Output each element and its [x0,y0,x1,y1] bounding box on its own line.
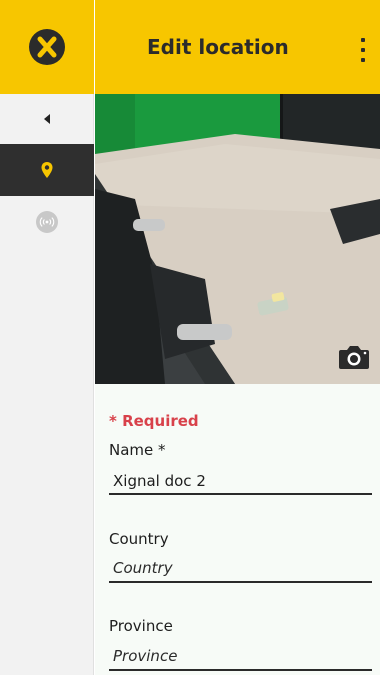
x-logo-icon [29,29,65,65]
location-photo [95,94,380,384]
sidebar [0,0,94,675]
camera-button[interactable] [338,344,370,370]
name-input[interactable]: Xignal doc 2 [113,472,206,490]
sidebar-item-signal[interactable] [0,196,94,248]
more-dot-icon [361,38,365,42]
province-underline [109,669,372,671]
name-label: Name * [109,441,166,459]
back-triangle-icon [44,114,50,124]
app-logo[interactable] [0,0,94,94]
back-button[interactable] [0,94,94,144]
camera-icon [339,346,369,369]
name-underline [109,493,372,495]
app-header: Edit location [95,0,380,94]
location-form: * Required Name * Xignal doc 2 Country C… [95,384,380,675]
country-input[interactable]: Country [113,559,173,577]
page-title: Edit location [147,35,289,59]
more-dot-icon [361,58,365,62]
photo-image [95,94,380,384]
required-note: * Required [109,412,199,430]
country-label: Country [109,530,169,548]
more-options-button[interactable] [358,38,368,62]
country-underline [109,581,372,583]
province-label: Province [109,617,173,635]
wireless-signal-icon [36,211,58,233]
sidebar-item-location[interactable] [0,144,94,196]
location-pin-icon [41,162,53,178]
more-dot-icon [361,48,365,52]
province-input[interactable]: Province [113,647,177,665]
